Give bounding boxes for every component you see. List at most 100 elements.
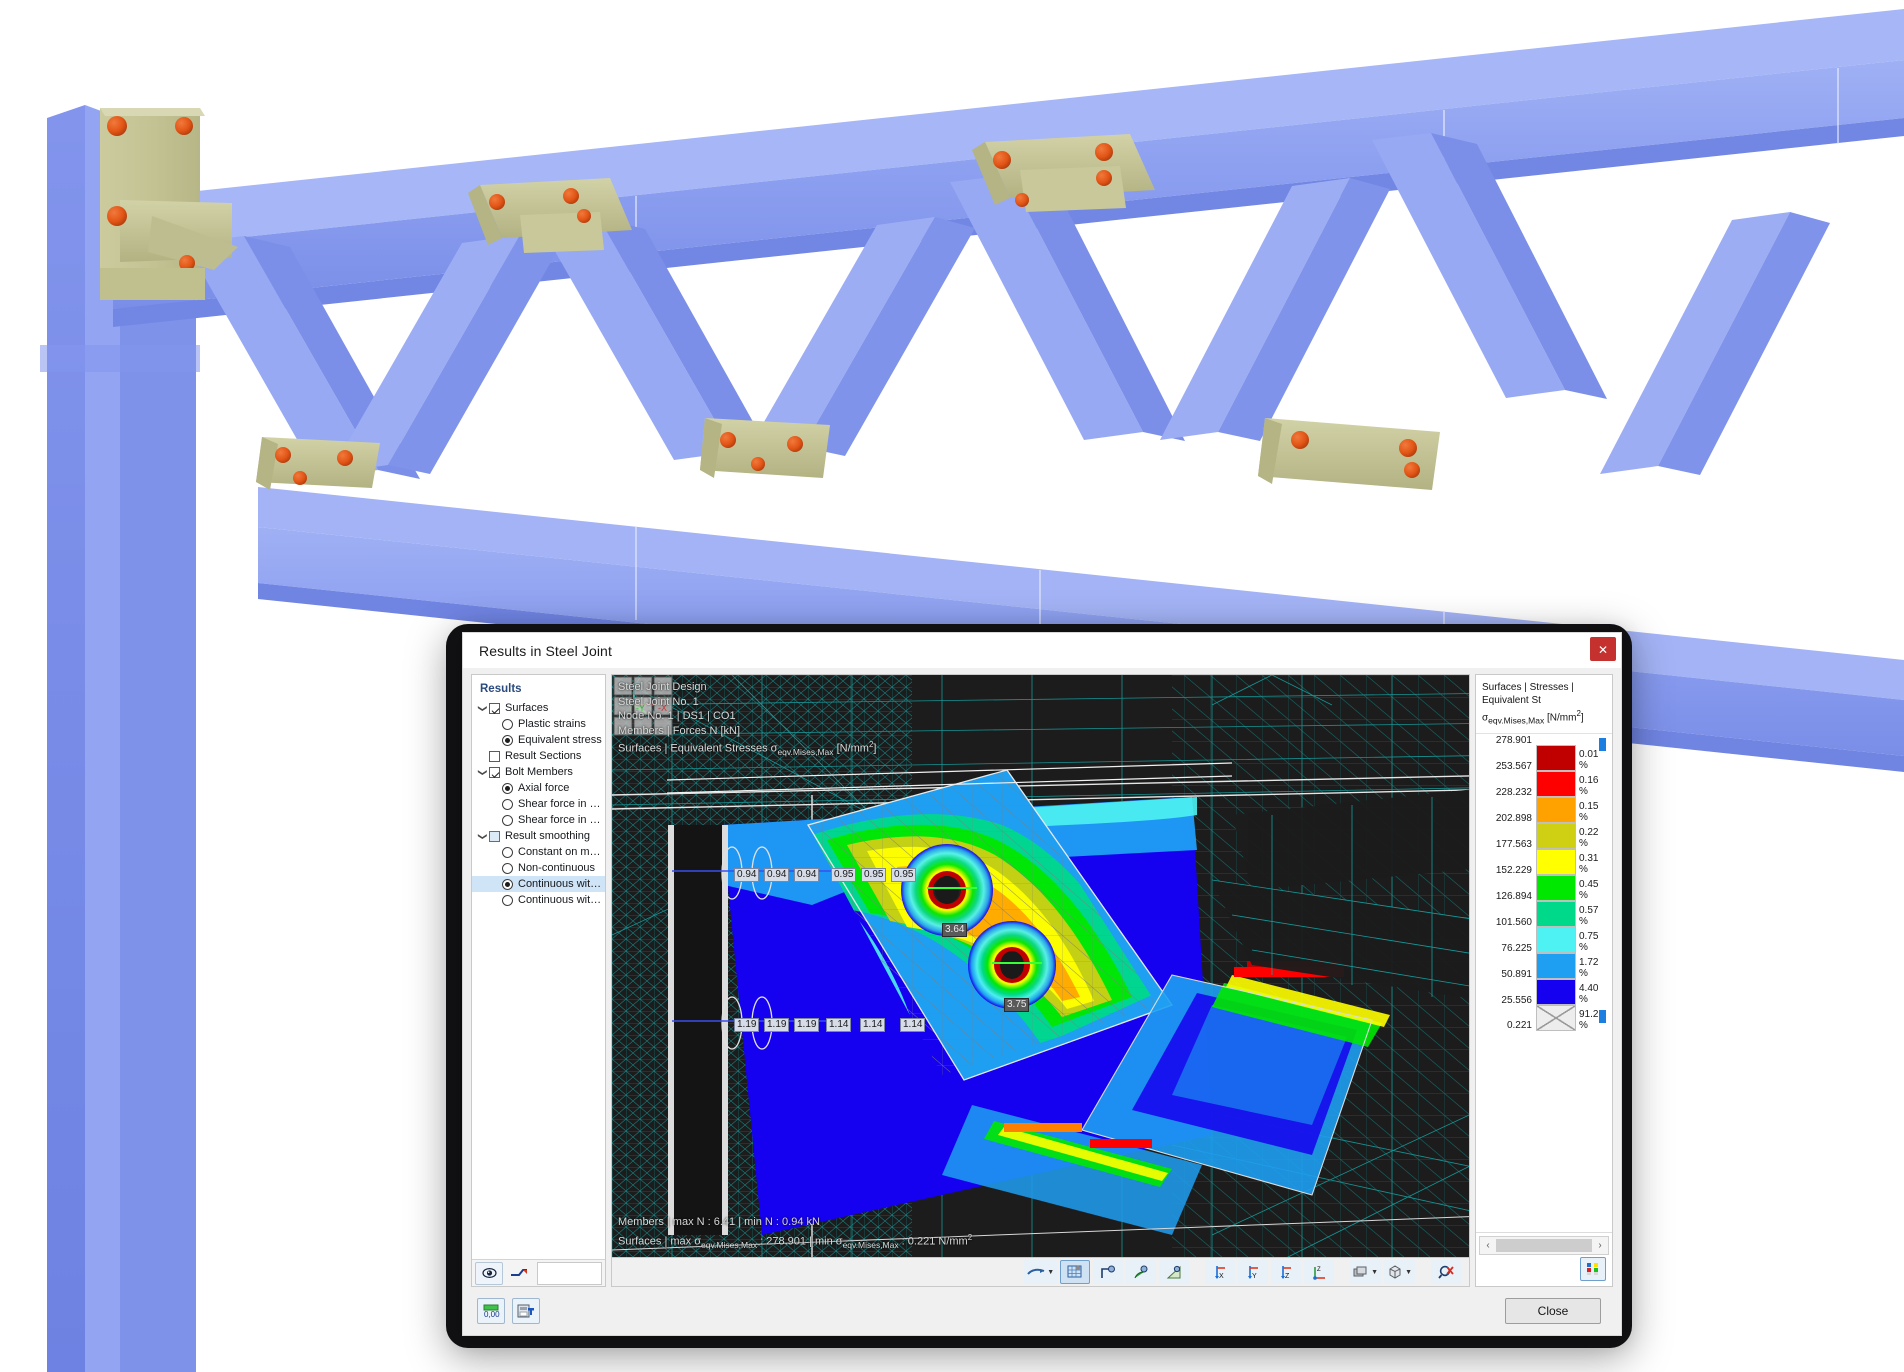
mesh-grid-icon-glyph bbox=[1067, 1265, 1082, 1277]
tree-item-label: Shear force in directi... bbox=[518, 814, 605, 826]
checkbox-result-sections[interactable] bbox=[489, 750, 500, 762]
reset-view-icon[interactable] bbox=[1431, 1260, 1461, 1284]
perspective-icon[interactable] bbox=[1159, 1260, 1190, 1284]
tree-item-result-sections[interactable]: ❯Result Sections bbox=[472, 748, 605, 764]
legend-range-marker[interactable] bbox=[1599, 738, 1606, 752]
legend-band-swatch[interactable] bbox=[1536, 849, 1576, 876]
legend-band-swatch[interactable] bbox=[1536, 1005, 1576, 1032]
tree-item-label: Surfaces bbox=[505, 702, 549, 714]
bolt-force-label: 0.94 bbox=[794, 868, 820, 882]
legend-range-marker[interactable] bbox=[1599, 1010, 1606, 1024]
viewport-container: Z X Y bbox=[611, 674, 1470, 1287]
close-button[interactable]: Close bbox=[1505, 1298, 1601, 1324]
chevron-down-icon[interactable]: ❯ bbox=[477, 830, 488, 843]
color-palette-icon[interactable] bbox=[1580, 1257, 1606, 1281]
view-navigation-cube[interactable]: -Y -X bbox=[612, 675, 674, 737]
light-source-icon-glyph bbox=[1134, 1265, 1148, 1278]
chevron-down-icon: ▼ bbox=[1047, 1268, 1055, 1276]
mesh-grid-icon[interactable] bbox=[1060, 1260, 1091, 1284]
legend-band-value: 76.225 bbox=[1501, 943, 1532, 955]
tree-item-surfaces[interactable]: ❯ Surfaces bbox=[472, 700, 605, 716]
tree-value-field[interactable] bbox=[537, 1261, 602, 1285]
legend-band-percent: 0.45 % bbox=[1579, 879, 1599, 902]
svg-text:0,00: 0,00 bbox=[484, 1310, 500, 1319]
legend-band-value: 278.901 bbox=[1495, 735, 1532, 747]
legend-band-swatch[interactable] bbox=[1536, 745, 1576, 772]
legend-band-swatch[interactable] bbox=[1536, 797, 1576, 824]
svg-text:-Y: -Y bbox=[636, 703, 645, 713]
stress-contour-render bbox=[612, 675, 1469, 1257]
tree-footer-toolbar bbox=[472, 1259, 605, 1286]
numeric-values-icon-glyph: 0,00 bbox=[483, 1304, 500, 1319]
checkbox-surfaces[interactable] bbox=[489, 702, 500, 714]
radio-continuous-all[interactable] bbox=[502, 894, 513, 906]
tree-item-equivalent-stress[interactable]: ❯Equivalent stress bbox=[472, 732, 605, 748]
legend-sigma-sub: eqv.Mises,Max bbox=[1488, 715, 1545, 726]
3d-results-viewport[interactable]: Z X Y bbox=[612, 675, 1469, 1257]
tree-item-result-smoothing[interactable]: ❯ Result smoothing bbox=[472, 828, 605, 844]
bolt-force-label: 0.94 bbox=[734, 868, 760, 882]
tree-item-constant-mesh[interactable]: ❯Constant on mesh el... bbox=[472, 844, 605, 860]
dialog-title: Results in Steel Joint bbox=[479, 642, 612, 659]
legend-band-swatch[interactable] bbox=[1536, 979, 1576, 1006]
eye-icon[interactable] bbox=[475, 1261, 503, 1285]
member-result-icon-glyph bbox=[511, 1269, 527, 1276]
tree-item-bolt-members[interactable]: ❯ Bolt Members bbox=[472, 764, 605, 780]
scrollbar-thumb[interactable] bbox=[1496, 1239, 1592, 1252]
numeric-values-icon[interactable]: 0,00 bbox=[477, 1298, 505, 1324]
radio-shear-force-z[interactable] bbox=[502, 814, 513, 826]
reset-view-icon-glyph bbox=[1437, 1265, 1454, 1279]
viewpoint-icon[interactable] bbox=[1093, 1260, 1124, 1284]
tree-item-continuous-surfaces[interactable]: ❯Continuous within su... bbox=[472, 876, 605, 892]
scroll-left-icon[interactable]: ‹ bbox=[1482, 1240, 1494, 1251]
axis-z-icon[interactable]: Z bbox=[1271, 1260, 1302, 1284]
radio-continuous-surfaces[interactable] bbox=[502, 878, 513, 890]
dialog-body: Results ❯Surfaces❯Plastic strains❯Equiva… bbox=[463, 668, 1621, 1287]
scroll-right-icon[interactable]: › bbox=[1594, 1240, 1606, 1251]
legend-band-swatch[interactable] bbox=[1536, 953, 1576, 980]
radio-equivalent-stress[interactable] bbox=[502, 734, 513, 746]
legend-band-value: 152.229 bbox=[1495, 865, 1532, 877]
radio-constant-mesh[interactable] bbox=[502, 846, 513, 858]
legend-band-swatch[interactable] bbox=[1536, 927, 1576, 954]
shading-icon[interactable]: ▼ bbox=[1024, 1260, 1058, 1284]
radio-plastic-strains[interactable] bbox=[502, 718, 513, 730]
layers-icon[interactable]: ▼ bbox=[1350, 1260, 1382, 1284]
radio-shear-force-y[interactable] bbox=[502, 798, 513, 810]
tree-item-axial-force[interactable]: ❯Axial force bbox=[472, 780, 605, 796]
printout-report-icon[interactable] bbox=[512, 1298, 540, 1324]
tree-item-shear-force-z[interactable]: ❯Shear force in directi... bbox=[472, 812, 605, 828]
radio-non-continuous[interactable] bbox=[502, 862, 513, 874]
legend-band-swatch[interactable] bbox=[1536, 875, 1576, 902]
printout-report-icon-glyph bbox=[517, 1304, 534, 1318]
checkbox-bolt-members[interactable] bbox=[489, 766, 500, 778]
close-icon[interactable] bbox=[1590, 637, 1616, 661]
radio-axial-force[interactable] bbox=[502, 782, 513, 794]
color-palette-icon-glyph bbox=[1587, 1262, 1598, 1275]
chevron-down-icon[interactable]: ❯ bbox=[477, 702, 488, 715]
legend-band-swatch[interactable] bbox=[1536, 823, 1576, 850]
light-source-icon[interactable] bbox=[1126, 1260, 1157, 1284]
tree-item-label: Result Sections bbox=[505, 750, 582, 762]
legend-band-percent: 0.16 % bbox=[1579, 775, 1599, 798]
member-result-icon[interactable] bbox=[505, 1262, 533, 1285]
legend-band-swatch[interactable] bbox=[1536, 771, 1576, 798]
tree-item-shear-force-y[interactable]: ❯Shear force in directi... bbox=[472, 796, 605, 812]
tree-item-continuous-all[interactable]: ❯Continuous within all... bbox=[472, 892, 605, 908]
viewpoint-icon-glyph bbox=[1101, 1265, 1116, 1278]
bolt-force-label: 1.14 bbox=[900, 1018, 926, 1032]
axis-x-icon[interactable]: X bbox=[1205, 1260, 1236, 1284]
svg-text:Z: Z bbox=[1285, 1273, 1290, 1280]
chevron-down-icon[interactable]: ❯ bbox=[477, 766, 488, 779]
legend-band-swatch[interactable] bbox=[1536, 901, 1576, 928]
tree-item-non-continuous[interactable]: ❯Non-continuous bbox=[472, 860, 605, 876]
tree-item-plastic-strains[interactable]: ❯Plastic strains bbox=[472, 716, 605, 732]
cube-icon[interactable]: ▼ bbox=[1384, 1260, 1415, 1284]
checkbox-result-smoothing[interactable] bbox=[489, 830, 500, 842]
bolt-force-label: 0.94 bbox=[764, 868, 790, 882]
legend-horizontal-scrollbar[interactable]: ‹ › bbox=[1479, 1236, 1609, 1255]
axis-iso-icon[interactable]: Z bbox=[1304, 1260, 1335, 1284]
axis-y-icon[interactable]: Y bbox=[1238, 1260, 1269, 1284]
legend-panel: Surfaces | Stresses | Equivalent St σeqv… bbox=[1475, 674, 1613, 1287]
tree-item-label: Non-continuous bbox=[518, 862, 596, 874]
